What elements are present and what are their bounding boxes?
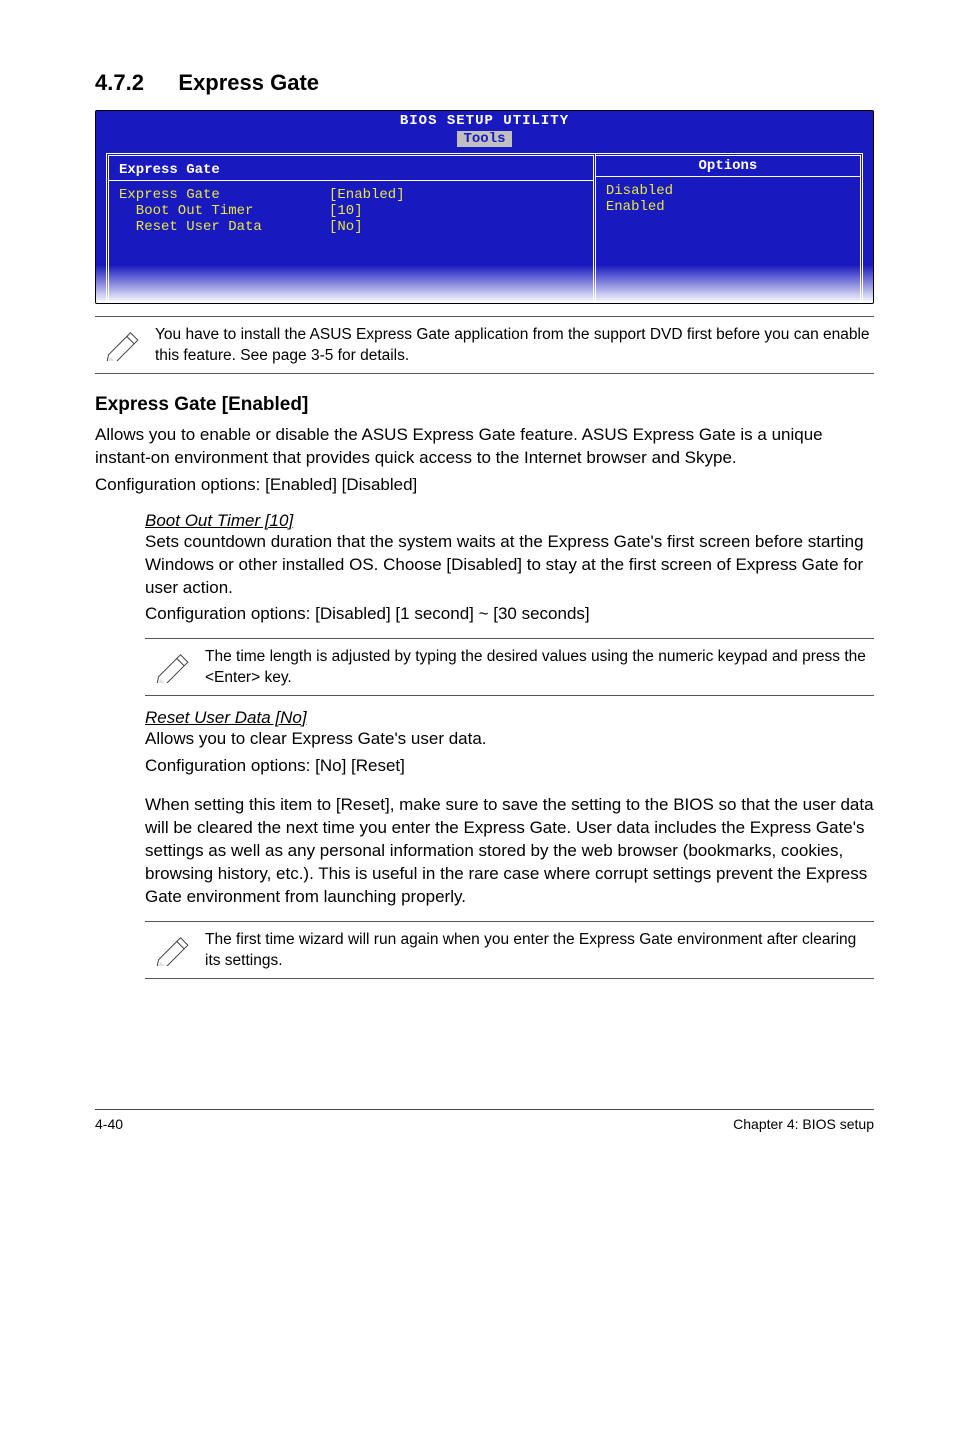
page-number: 4-40 — [95, 1116, 123, 1132]
body-text: Configuration options: [Disabled] [1 sec… — [145, 603, 874, 626]
param-heading: Boot Out Timer [10] — [145, 511, 874, 531]
body-text: Allows you to enable or disable the ASUS… — [95, 424, 874, 470]
note-text: The time length is adjusted by typing th… — [205, 645, 874, 689]
section-number: 4.7.2 — [95, 70, 144, 96]
bios-val: [No] — [329, 219, 363, 235]
bios-key: Express Gate — [119, 187, 329, 203]
bios-options-header: Options — [596, 156, 860, 177]
note-box: The time length is adjusted by typing th… — [145, 638, 874, 696]
bios-row: Reset User Data [No] — [119, 219, 583, 235]
pencil-icon — [95, 323, 155, 366]
bios-key: Boot Out Timer — [119, 203, 329, 219]
bios-option: Disabled — [606, 183, 850, 199]
note-box: The first time wizard will run again whe… — [145, 921, 874, 979]
bios-row: Boot Out Timer [10] — [119, 203, 583, 219]
body-text: Allows you to clear Express Gate's user … — [145, 728, 874, 751]
note-text: The first time wizard will run again whe… — [205, 928, 874, 972]
bios-screenshot: BIOS SETUP UTILITY Tools Express Gate Ex… — [95, 110, 874, 304]
param-heading: Reset User Data [No] — [145, 708, 874, 728]
body-text: Sets countdown duration that the system … — [145, 531, 874, 600]
bios-option: Enabled — [606, 199, 850, 215]
bios-tab: Tools — [457, 131, 511, 147]
page-footer: 4-40 Chapter 4: BIOS setup — [95, 1109, 874, 1132]
note-box: You have to install the ASUS Express Gat… — [95, 316, 874, 374]
body-text: When setting this item to [Reset], make … — [145, 794, 874, 909]
section-heading: 4.7.2 Express Gate — [95, 70, 874, 96]
bios-val: [10] — [329, 203, 363, 219]
body-text: Configuration options: [No] [Reset] — [145, 755, 874, 778]
pencil-icon — [145, 645, 205, 688]
bios-row: Express Gate [Enabled] — [119, 187, 583, 203]
chapter-label: Chapter 4: BIOS setup — [733, 1116, 874, 1132]
note-text: You have to install the ASUS Express Gat… — [155, 323, 874, 367]
bios-val: [Enabled] — [329, 187, 405, 203]
section-title: Express Gate — [178, 70, 319, 95]
subheading: Express Gate [Enabled] — [95, 394, 874, 416]
bios-title: BIOS SETUP UTILITY — [96, 113, 873, 129]
pencil-icon — [145, 928, 205, 971]
bios-left-header: Express Gate — [119, 162, 583, 178]
body-text: Configuration options: [Enabled] [Disabl… — [95, 474, 874, 497]
bios-key: Reset User Data — [119, 219, 329, 235]
